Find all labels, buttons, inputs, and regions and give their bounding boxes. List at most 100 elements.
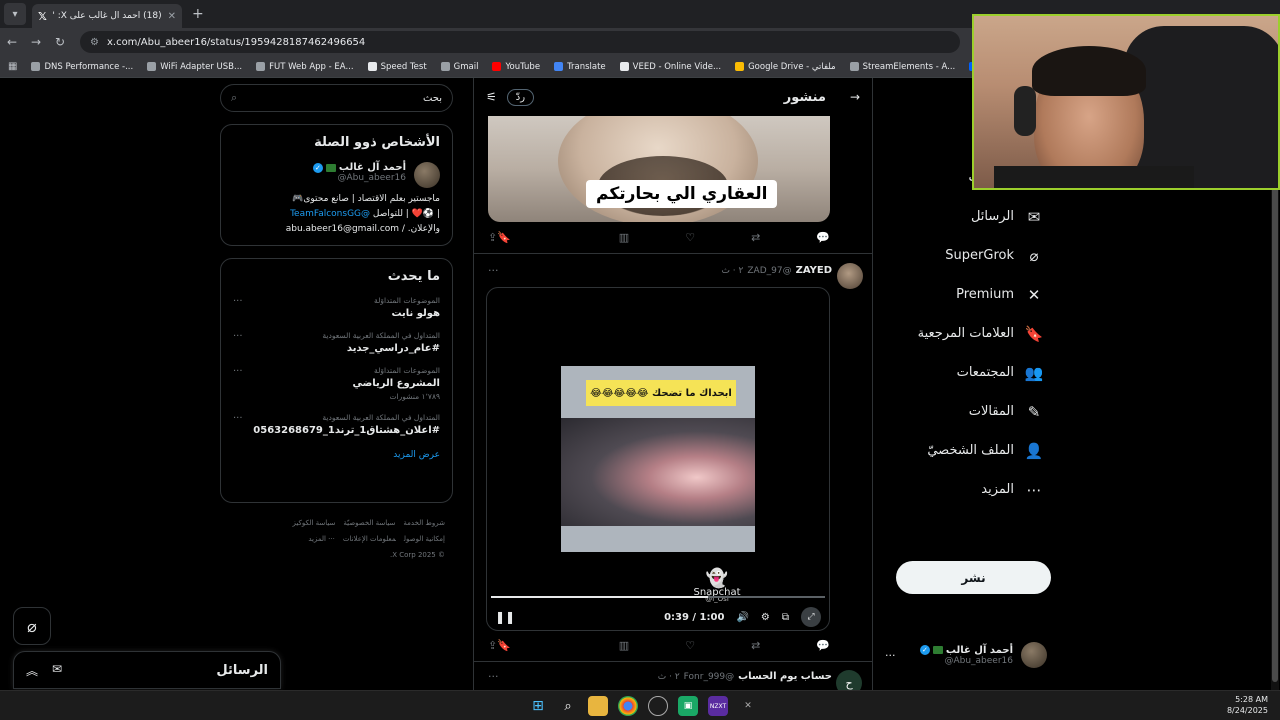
fullscreen-icon[interactable]: ⤢	[801, 607, 821, 627]
repost-icon[interactable]: ⇄	[751, 639, 760, 652]
bookmark-item[interactable]: StreamElements - A...	[849, 62, 955, 72]
person-name[interactable]: أحمد آل غالب	[339, 162, 406, 173]
browser-tab[interactable]: 𝕏 (18) أحمد آل غالب على X: "ا... ✕	[32, 4, 182, 28]
more-options-icon[interactable]: ···	[488, 264, 499, 277]
nav-item-bookmark[interactable]: 🔖 العلامات المرجعية	[890, 314, 1050, 353]
bookmark-item[interactable]: DNS Performance -...	[31, 62, 133, 72]
bio-mention-link[interactable]: @TeamFalconsGG	[290, 209, 370, 219]
bookmark-item[interactable]: VEED - Online Vide...	[619, 62, 721, 72]
popout-icon[interactable]: ⧉	[782, 612, 789, 623]
footer-link[interactable]: إمكانية الوصول	[404, 535, 445, 543]
views-icon[interactable]: ▥	[619, 231, 629, 244]
bio-line-3: والإعلان. / abu.abeer16@gmail.com	[285, 224, 440, 234]
nav-item-grok[interactable]: ⌀ SuperGrok	[890, 236, 1050, 275]
volume-icon[interactable]: 🔊	[736, 612, 748, 623]
nav-item-envelope[interactable]: ✉ الرسائل	[890, 197, 1050, 236]
nav-item-profile[interactable]: 👤 الملف الشخصيّ	[890, 431, 1050, 470]
post-handle[interactable]: @ZAD_97	[747, 266, 791, 276]
video-player[interactable]: ابحداك ما تضحك 😂😂😂😂😂 👻 Snapchat @i_Osi ❚…	[486, 287, 830, 631]
more-options-icon[interactable]: ···	[233, 296, 243, 307]
site-info-icon[interactable]: ⚙	[90, 37, 99, 48]
forward-button[interactable]: →	[24, 35, 48, 49]
footer-link[interactable]: سياسة الخصوصيّة	[343, 519, 395, 527]
nav-item-articles[interactable]: ✎ المقالات	[890, 392, 1050, 431]
bookmark-item[interactable]: Speed Test	[367, 62, 427, 72]
nav-item-more-circle[interactable]: ⋯ المزيد	[890, 470, 1050, 509]
clock-date: 8/24/2025	[1226, 706, 1268, 715]
avatar[interactable]	[837, 263, 863, 289]
like-icon[interactable]: ♡	[685, 639, 695, 652]
avatar[interactable]	[414, 162, 440, 188]
url-field[interactable]: ⚙ x.com/Abu_abeer16/status/1959428187462…	[80, 31, 960, 53]
obs-icon[interactable]	[648, 696, 668, 716]
filter-icon[interactable]: ⚟	[486, 90, 497, 104]
settings-icon[interactable]: ⚙	[761, 612, 770, 623]
bookmark-item[interactable]: Translate	[554, 62, 606, 72]
footer-link[interactable]: ··· المزيد	[308, 535, 335, 543]
back-arrow-icon[interactable]: →	[850, 90, 860, 104]
trend-item[interactable]: ··· الموضوعات المتداوَلة المشروع الرياضي ١٬…	[233, 366, 440, 401]
bookmark-icon[interactable]: 🔖	[497, 639, 511, 652]
tab-close-icon[interactable]: ✕	[168, 11, 176, 22]
reply-icon[interactable]: 💬	[816, 231, 830, 244]
post-author[interactable]: ZAYED	[796, 265, 832, 276]
system-clock[interactable]: 5:28 AM 8/24/2025	[1220, 694, 1268, 716]
search-input[interactable]: ⌕ بحث	[220, 84, 453, 112]
app-close-icon[interactable]: ✕	[738, 696, 758, 716]
nav-item-x-logo[interactable]: ✕ Premium	[890, 275, 1050, 314]
windows-start-icon[interactable]: ⊞	[528, 696, 548, 716]
nzxt-icon[interactable]: NZXT	[708, 696, 728, 716]
reply-icon[interactable]: 💬	[816, 639, 830, 652]
reply-button[interactable]: ردّ	[506, 88, 535, 106]
post-button[interactable]: نشر	[896, 561, 1051, 594]
apps-grid-icon[interactable]: ▦	[8, 61, 17, 72]
video-progress-bar[interactable]	[491, 596, 825, 598]
footer-link[interactable]: معلومات الإعلانات	[343, 535, 396, 543]
more-options-icon[interactable]: ···	[488, 670, 499, 683]
avatar[interactable]: ح	[836, 670, 862, 690]
nav-item-communities[interactable]: 👥 المجتمعات	[890, 353, 1050, 392]
share-icon[interactable]: ⇪	[488, 231, 497, 244]
chrome-icon[interactable]	[618, 696, 638, 716]
repost-icon[interactable]: ⇄	[751, 231, 760, 244]
trend-item[interactable]: ··· المتداول في المملكة العربية السعودية #…	[233, 331, 440, 354]
more-options-icon[interactable]: ···	[885, 649, 896, 662]
like-icon[interactable]: ♡	[685, 231, 695, 244]
account-switcher[interactable]: ··· أحمد آل غالب ✓ @Abu_abeer16	[885, 642, 1047, 668]
post-time[interactable]: ٢ · ث	[658, 672, 680, 682]
bookmark-item[interactable]: WiFi Adapter USB...	[147, 62, 242, 72]
trend-item[interactable]: ··· المتداول في المملكة العربية السعودية #…	[233, 413, 440, 436]
related-person[interactable]: أحمد آل غالب ✓ @Abu_abeer16	[233, 162, 440, 188]
bookmark-item[interactable]: FUT Web App - EA...	[256, 62, 354, 72]
back-button[interactable]: ←	[0, 35, 24, 49]
file-explorer-icon[interactable]	[588, 696, 608, 716]
post-time[interactable]: ٢ · ث	[721, 266, 743, 276]
footer-link[interactable]: © 2025 X Corp.	[390, 551, 445, 559]
bookmark-item[interactable]: Gmail	[440, 62, 478, 72]
bookmark-item[interactable]: Google Drive - ملفاتي	[735, 62, 836, 72]
app-icon[interactable]: ▣	[678, 696, 698, 716]
post-image[interactable]: العقاري الي بحارتكم	[488, 116, 830, 222]
tab-search-menu-icon[interactable]: ▾	[4, 3, 26, 25]
trend-item[interactable]: ··· الموضوعات المتداوَلة هولو نايت	[233, 296, 440, 319]
new-message-icon[interactable]: ✉	[52, 662, 62, 679]
views-icon[interactable]: ▥	[619, 639, 629, 652]
more-options-icon[interactable]: ···	[233, 413, 243, 424]
more-options-icon[interactable]: ···	[233, 366, 243, 377]
post-author[interactable]: حساب يوم الحساب	[738, 671, 832, 682]
new-tab-button[interactable]: +	[192, 6, 204, 22]
pause-icon[interactable]: ❚❚	[495, 610, 515, 624]
show-more-link[interactable]: عرض المزيد	[233, 450, 440, 460]
messages-drawer[interactable]: ︽ ✉ الرسائل	[13, 651, 281, 689]
grok-button[interactable]: ⌀	[13, 607, 51, 645]
bookmark-item[interactable]: YouTube	[492, 62, 540, 72]
expand-up-icon[interactable]: ︽	[26, 662, 38, 679]
more-options-icon[interactable]: ···	[233, 331, 243, 342]
footer-link[interactable]: شروط الخدمة	[403, 519, 445, 527]
footer-link[interactable]: سياسة الكوكيز	[293, 519, 336, 527]
share-icon[interactable]: ⇪	[488, 639, 497, 652]
bookmark-icon[interactable]: 🔖	[497, 231, 511, 244]
search-icon[interactable]: ⌕	[558, 696, 578, 716]
post-handle[interactable]: @Fonr_999	[684, 672, 734, 682]
reload-button[interactable]: ↻	[48, 35, 72, 49]
